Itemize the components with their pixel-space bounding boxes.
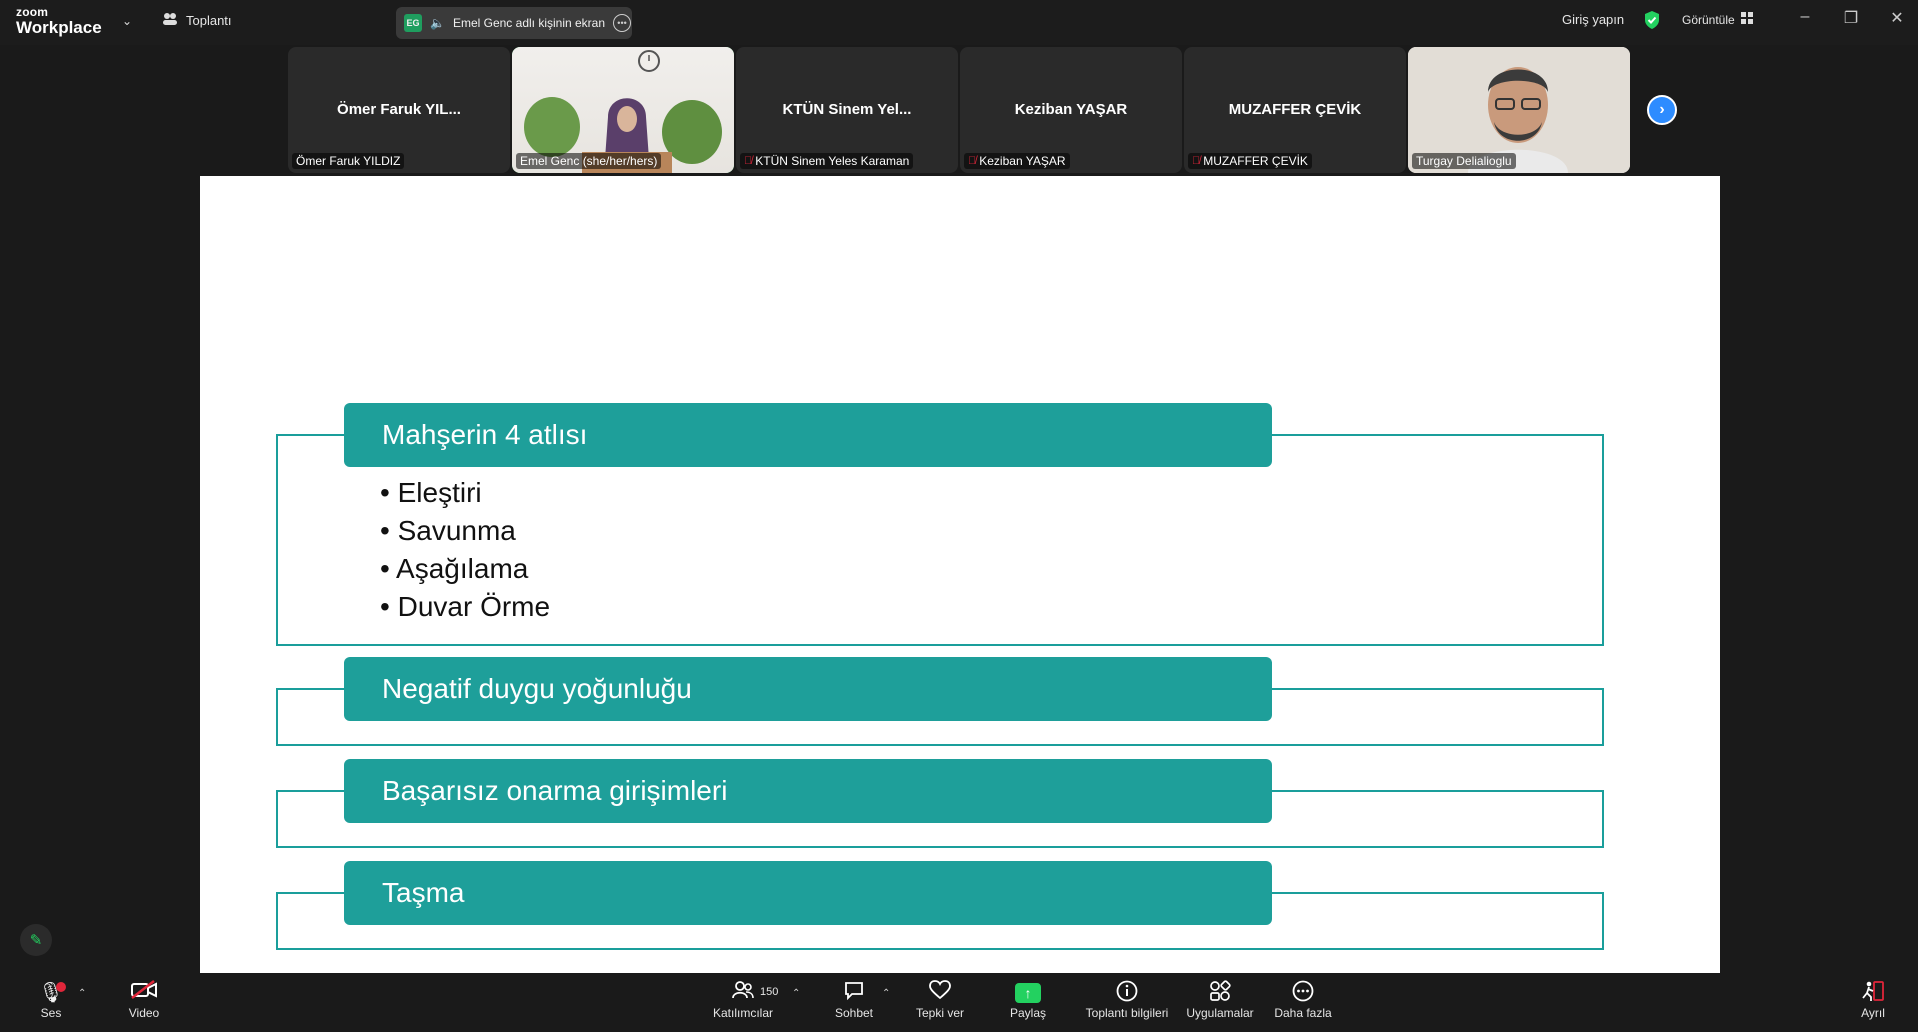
react-button[interactable]: Tepki ver: [912, 980, 968, 1020]
screen-share-indicator[interactable]: EG 🔈 Emel Genc adlı kişinin ekran •••: [396, 7, 632, 39]
leave-icon: [1858, 980, 1888, 1006]
muted-mic-icon: 🎙̸: [744, 155, 753, 167]
chevron-up-icon[interactable]: ⌃: [792, 988, 800, 999]
video-off-icon: [124, 980, 164, 1006]
more-button[interactable]: Daha fazla: [1272, 980, 1334, 1020]
bullet-item: Aşağılama: [380, 550, 550, 588]
more-label: Daha fazla: [1274, 1006, 1332, 1020]
share-label: Paylaş: [1009, 1006, 1047, 1020]
share-button[interactable]: ↑ Paylaş: [1006, 980, 1050, 1020]
annotate-pen-icon[interactable]: ✎: [20, 924, 52, 956]
heart-icon: [912, 980, 968, 1006]
participant-strip: Ömer Faruk YIL... Ömer Faruk YILDIZ Emel…: [288, 47, 1632, 173]
participants-count: 150: [760, 986, 779, 998]
chevron-up-icon[interactable]: ⌃: [78, 988, 86, 999]
view-label: Görüntüle: [1682, 12, 1735, 27]
section-title: Negatif duygu yoğunluğu: [344, 657, 1272, 721]
close-icon[interactable]: ✕: [1882, 8, 1912, 28]
participant-tile[interactable]: Ömer Faruk YIL... Ömer Faruk YILDIZ: [288, 47, 510, 173]
shield-check-icon[interactable]: [1643, 10, 1661, 35]
restore-icon[interactable]: ❐: [1836, 8, 1866, 28]
participant-tile[interactable]: MUZAFFER ÇEVİK 🎙̸ MUZAFFER ÇEVİK: [1184, 47, 1406, 173]
section-title: Mahşerin 4 atlısı: [344, 403, 1272, 467]
participant-label: 🎙̸ KTÜN Sinem Yeles Karaman: [740, 153, 914, 169]
participant-tile[interactable]: KTÜN Sinem Yel... 🎙̸ KTÜN Sinem Yeles Kar…: [736, 47, 958, 173]
participant-display-name: Ömer Faruk YIL...: [337, 101, 461, 118]
people-icon: [162, 12, 178, 29]
info-icon: [1082, 980, 1172, 1006]
chat-label: Sohbet: [834, 1006, 874, 1020]
more-icon[interactable]: •••: [613, 14, 632, 32]
participant-display-name: MUZAFFER ÇEVİK: [1228, 101, 1362, 118]
chevron-down-icon[interactable]: ⌄: [122, 14, 132, 28]
alert-badge: [56, 982, 66, 992]
participant-label: Emel Genc (she/her/hers): [516, 153, 662, 169]
audio-button[interactable]: 🎙 Ses: [36, 980, 66, 1020]
chevron-up-icon[interactable]: ⌃: [882, 988, 890, 999]
meeting-menu[interactable]: Toplantı: [162, 12, 232, 29]
apps-button[interactable]: Uygulamalar: [1184, 980, 1256, 1020]
zoom-logo: zoom Workplace: [16, 6, 102, 36]
section-title: Taşma: [344, 861, 1272, 925]
participant-label: Turgay Delialioglu: [1412, 153, 1516, 169]
logo-line2: Workplace: [16, 18, 102, 37]
leave-label: Ayrıl: [1861, 1006, 1885, 1020]
participant-tile[interactable]: Turgay Delialioglu: [1408, 47, 1630, 173]
react-label: Tepki ver: [915, 1006, 965, 1020]
sign-in-link[interactable]: Giriş yapın: [1562, 12, 1624, 27]
video-button[interactable]: Video: [124, 980, 164, 1020]
muted-mic-icon: 🎙̸: [1192, 155, 1201, 167]
meeting-toolbar: 🎙 Ses ⌃ Video Katılımcılar 150 ⌃ Sohbet …: [0, 974, 1918, 1032]
participant-name: KTÜN Sinem Yeles Karaman: [755, 154, 910, 168]
participant-display-name: Keziban YAŞAR: [1014, 101, 1128, 118]
bullet-item: Savunma: [380, 512, 550, 550]
participant-tile[interactable]: Keziban YAŞAR 🎙̸ Keziban YAŞAR: [960, 47, 1182, 173]
bullet-item: Duvar Örme: [380, 588, 550, 626]
participant-label: Ömer Faruk YILDIZ: [292, 153, 405, 169]
video-label: Video: [128, 1006, 160, 1020]
share-screen-icon: ↑: [1015, 983, 1041, 1003]
view-menu[interactable]: Görüntüle: [1682, 12, 1753, 27]
grid-icon: [1740, 12, 1753, 27]
meeting-label: Toplantı: [186, 13, 232, 28]
chat-icon: [832, 980, 876, 1006]
apps-icon: [1184, 980, 1256, 1006]
bullet-item: Eleştiri: [380, 474, 550, 512]
next-page-button[interactable]: ›: [1647, 95, 1677, 125]
participants-label: Katılımcılar: [712, 1006, 773, 1020]
chat-button[interactable]: Sohbet: [832, 980, 876, 1020]
participant-display-name: KTÜN Sinem Yel...: [782, 101, 912, 118]
muted-mic-icon: 🎙̸: [968, 155, 977, 167]
participant-name: Turgay Delialioglu: [1416, 154, 1512, 168]
participant-tile-active-speaker[interactable]: Emel Genc (she/her/hers): [512, 47, 734, 173]
sharer-avatar-badge: EG: [404, 14, 422, 32]
section-title: Başarısız onarma girişimleri: [344, 759, 1272, 823]
participant-label: 🎙̸ Keziban YAŞAR: [964, 153, 1070, 169]
shared-screen: Mahşerin 4 atlısı Eleştiri Savunma Aşağı…: [200, 176, 1720, 973]
participant-name: Emel Genc (she/her/hers): [520, 154, 658, 168]
share-indicator-text: Emel Genc adlı kişinin ekran: [452, 16, 606, 30]
minimize-icon[interactable]: –: [1790, 8, 1820, 26]
speaker-icon: 🔈: [430, 16, 445, 30]
participant-name: Keziban YAŞAR: [979, 154, 1066, 168]
logo-line1: zoom: [16, 5, 49, 19]
more-icon: [1272, 980, 1334, 1006]
participant-name: MUZAFFER ÇEVİK: [1203, 154, 1308, 168]
meeting-info-label: Toplantı bilgileri: [1085, 1006, 1169, 1020]
participant-label: 🎙̸ MUZAFFER ÇEVİK: [1188, 153, 1312, 169]
apps-label: Uygulamalar: [1186, 1006, 1254, 1020]
meeting-info-button[interactable]: Toplantı bilgileri: [1082, 980, 1172, 1020]
audio-label: Ses: [40, 1006, 62, 1020]
bullet-list: Eleştiri Savunma Aşağılama Duvar Örme: [380, 474, 550, 626]
participant-name: Ömer Faruk YILDIZ: [296, 154, 401, 168]
title-bar: zoom Workplace ⌄ Toplantı EG 🔈 Emel Genc…: [0, 0, 1918, 45]
leave-button[interactable]: Ayrıl: [1858, 980, 1888, 1020]
